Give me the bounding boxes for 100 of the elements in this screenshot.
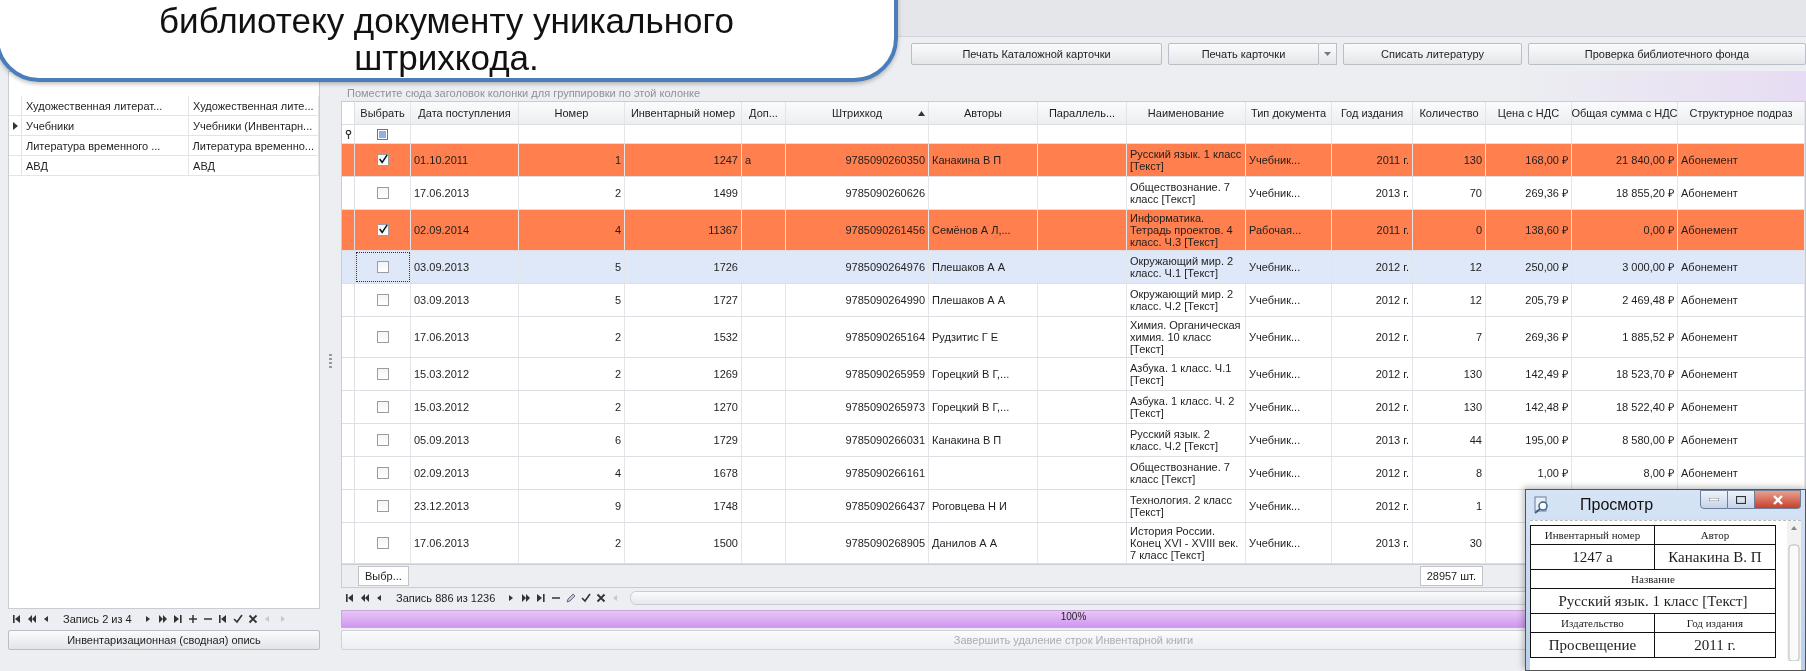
table-cell: 2013 г.: [1332, 424, 1413, 456]
toolbar-button[interactable]: Списать литературу: [1343, 43, 1522, 65]
table-cell: 2: [519, 317, 625, 357]
table-cell: 05.09.2013: [411, 424, 519, 456]
card-label: Издательство: [1530, 613, 1655, 633]
table-cell: 130: [1413, 358, 1486, 390]
close-icon[interactable]: [596, 593, 607, 603]
row-checkbox[interactable]: [376, 261, 389, 273]
table-cell: 1678: [625, 457, 742, 489]
dropdown-button[interactable]: [1319, 43, 1337, 65]
row-checkbox[interactable]: [376, 294, 389, 306]
table-cell: 1270: [625, 391, 742, 423]
column-header[interactable]: Количество: [1413, 102, 1486, 124]
toolbar-button[interactable]: Печать Каталожной карточки: [911, 43, 1162, 65]
list-cell[interactable]: Учебники (Инвентарн...: [189, 116, 319, 135]
list-cell[interactable]: Литература временного ...: [22, 136, 189, 155]
inventory-button[interactable]: Инвентаризационная (сводная) опись: [8, 630, 320, 650]
table-row[interactable]: 05.09.2013 6 1729 9785090266031 Канакина В П Русский язык. 2 класс. Ч.2 [Текст] Учебник... 2013 г. 44 195,00 ₽ 8 580,00 ₽ Абонемент: [342, 424, 1805, 457]
select-summary-button[interactable]: Выбр...: [358, 566, 409, 586]
skip-end-icon[interactable]: [172, 614, 183, 624]
table-row[interactable]: 17.06.2013 2 1532 9785090265164 Рудзитис Г Е Химия. Органическая химия. 10 класс [Текст] Учебник... 2012 г. 7 269,36 ₽ 1 885,52 ₽ Абонемент: [342, 317, 1805, 358]
skip-start-icon[interactable]: [345, 593, 355, 603]
column-header[interactable]: Тип документа: [1246, 102, 1332, 124]
table-cell: 9785090265164: [786, 317, 929, 357]
column-header[interactable]: Дата поступления: [411, 102, 519, 124]
list-cell[interactable]: Художественная лите...: [189, 96, 319, 115]
row-checkbox[interactable]: [376, 187, 389, 199]
table-cell: 2 469,48 ₽: [1572, 284, 1678, 316]
check-icon[interactable]: [581, 593, 592, 603]
row-checkbox[interactable]: [376, 537, 389, 549]
table-cell: 9785090266161: [786, 457, 929, 489]
table-cell: Канакина В П: [929, 144, 1038, 176]
table-cell: 9785090265973: [786, 391, 929, 423]
table-cell: 1726: [625, 251, 742, 283]
double-left-icon[interactable]: [27, 614, 37, 624]
column-header[interactable]: Доп...: [742, 102, 786, 124]
column-header[interactable]: Цена с НДС: [1486, 102, 1572, 124]
list-cell[interactable]: Литература временно...: [188, 136, 319, 155]
card-value: 1247 а: [1530, 544, 1655, 570]
column-header[interactable]: Наименование: [1127, 102, 1246, 124]
plus-icon[interactable]: [187, 614, 198, 624]
row-checkbox[interactable]: [376, 500, 389, 512]
double-left-icon[interactable]: [360, 593, 370, 603]
maximize-icon: [1736, 495, 1746, 504]
toolbar-button[interactable]: Проверка библиотечного фонда: [1528, 43, 1806, 65]
row-checkbox[interactable]: [376, 467, 389, 479]
table-cell: 2011 г.: [1332, 144, 1413, 176]
list-cell[interactable]: АВД: [22, 156, 190, 175]
close-button[interactable]: [1755, 490, 1801, 509]
double-right-icon[interactable]: [157, 614, 168, 624]
table-cell: 1727: [625, 284, 742, 316]
table-cell: 18 523,70 ₽: [1572, 358, 1678, 390]
table-row[interactable]: 02.09.2014 4 11367 9785090261456 Семёнов А Л,... Информатика. Тетрадь проектов. 4 класс. Ч.3 [Текст] Рабочая... 2011 г. 0 138,60 ₽ 0,00 ₽ Абонемент: [342, 210, 1805, 251]
table-cell: 4: [519, 457, 625, 489]
row-checkbox[interactable]: [376, 331, 389, 343]
list-cell[interactable]: Художественная литерат...: [22, 96, 190, 115]
table-cell: Азбука. 1 класс. Ч. 2 [Текст]: [1127, 391, 1246, 423]
row-checkbox[interactable]: [376, 224, 389, 236]
row-checkbox[interactable]: [376, 368, 389, 380]
table-cell: Информатика. Тетрадь проектов. 4 класс. Ч.3 [Текст]: [1127, 210, 1246, 250]
column-header[interactable]: Общая сумма с НДС: [1572, 102, 1678, 124]
table-cell: Учебник...: [1246, 391, 1332, 423]
column-header[interactable]: Номер: [519, 102, 625, 124]
column-header[interactable]: Год издания: [1332, 102, 1413, 124]
table-cell: 12: [1413, 251, 1486, 283]
table-row[interactable]: 03.09.2013 5 1727 9785090264990 Плешаков А А Окружающий мир. 2 класс. Ч.2 [Текст] Учебник... 2012 г. 12 205,79 ₽ 2 469,48 ₽ Абонемент: [342, 284, 1805, 317]
double-right-icon[interactable]: [521, 593, 532, 603]
column-header[interactable]: Выбрать: [355, 102, 411, 124]
row-checkbox[interactable]: [376, 434, 389, 446]
skip-end-icon[interactable]: [536, 593, 547, 603]
table-cell: Учебник...: [1246, 457, 1332, 489]
table-cell: 1499: [625, 177, 742, 209]
table-cell: 1748: [625, 490, 742, 522]
column-header[interactable]: Структурное подраз: [1678, 102, 1805, 124]
column-header[interactable]: Авторы: [929, 102, 1038, 124]
table-row[interactable]: 15.03.2012 2 1270 9785090265973 Горецкий В Г,... Азбука. 1 класс. Ч. 2 [Текст] Учебник... 2012 г. 130 142,48 ₽ 18 522,40 ₽ Абонемент: [342, 391, 1805, 424]
row-checkbox[interactable]: [376, 401, 389, 413]
skip-start-icon[interactable]: [217, 614, 228, 624]
splitter-handle[interactable]: [329, 353, 332, 368]
row-checkbox[interactable]: [376, 154, 389, 166]
check-icon[interactable]: [232, 614, 243, 624]
table-row[interactable]: 15.03.2012 2 1269 9785090265959 Горецкий В Г,... Азбука. 1 класс. Ч.1 [Текст] Учебник... 2012 г. 130 142,49 ₽ 18 523,70 ₽ Абонемент: [342, 358, 1805, 391]
column-header[interactable]: Штрихкод: [786, 102, 929, 124]
table-cell: История России. Конец XVI - XVIII век. 7 класс [Текст]: [1127, 523, 1246, 563]
skip-start-icon[interactable]: [12, 614, 22, 624]
table-cell: Технология. 2 класс [Текст]: [1127, 490, 1246, 522]
table-cell: 02.09.2013: [411, 457, 519, 489]
maximize-button[interactable]: [1728, 490, 1755, 509]
list-cell[interactable]: АВД: [189, 156, 319, 175]
close-icon[interactable]: [247, 614, 258, 624]
list-cell[interactable]: Учебники: [22, 116, 190, 135]
column-header[interactable]: Параллель...: [1038, 102, 1127, 124]
minimize-button[interactable]: [1700, 490, 1728, 509]
table-cell: 269,36 ₽: [1486, 177, 1572, 209]
column-header[interactable]: Инвентарный номер: [625, 102, 742, 124]
toolbar-button[interactable]: Печать карточки: [1168, 43, 1319, 65]
pencil-icon[interactable]: [566, 593, 577, 603]
table-row[interactable]: 03.09.2013 5 1726 9785090264976 Плешаков А А Окружающий мир. 2 класс. Ч.1 [Текст] Учебник... 2012 г. 12 250,00 ₽ 3 000,00 ₽ Абонемент: [342, 251, 1805, 284]
vertical-scrollbar[interactable]: [1787, 521, 1801, 661]
select-all-checkbox[interactable]: [377, 128, 388, 140]
